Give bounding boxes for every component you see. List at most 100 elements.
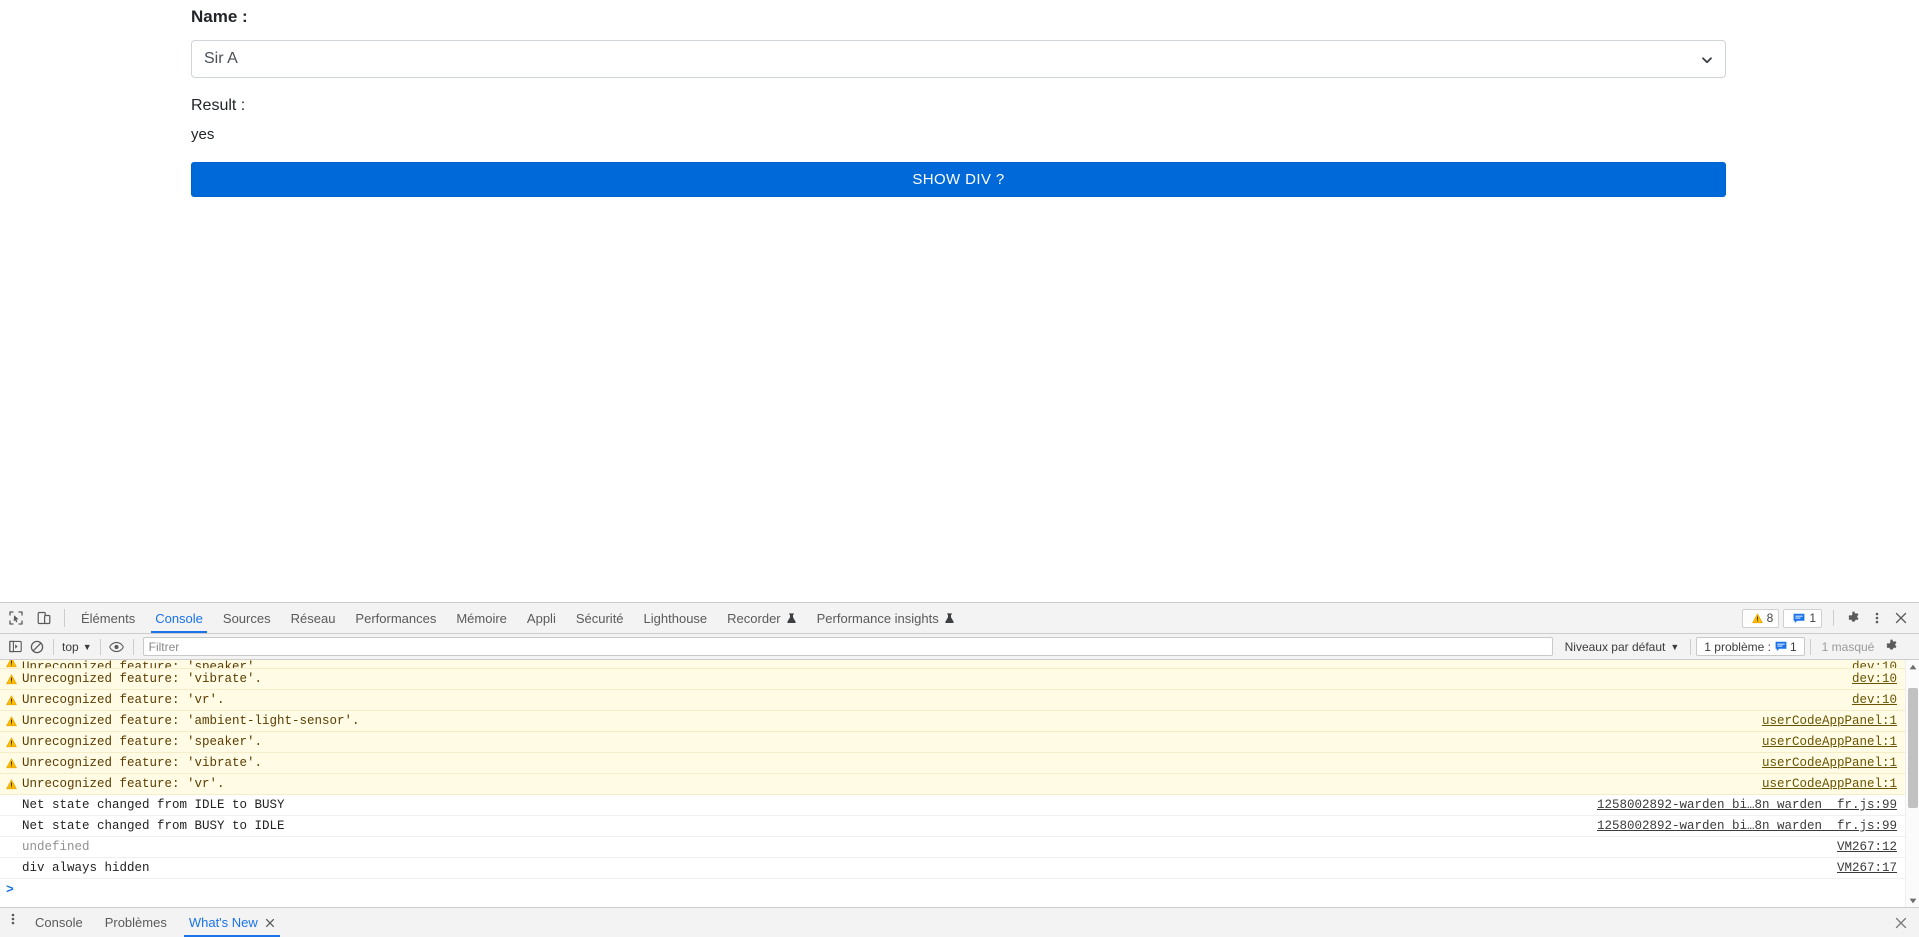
drawer-tab-problems[interactable]: Problèmes	[94, 908, 178, 937]
warning-triangle-icon	[6, 779, 22, 790]
warning-triangle-icon	[6, 695, 22, 706]
console-message-row[interactable]: Net state changed from BUSY to IDLE 12580…	[0, 816, 1919, 837]
drawer-tab-whats-new[interactable]: What's New	[178, 908, 286, 937]
tab-console[interactable]: Console	[145, 603, 213, 633]
tab-elements[interactable]: Éléments	[71, 603, 145, 633]
warning-triangle-icon	[6, 674, 22, 685]
console-message-source-link[interactable]: dev:10	[1852, 693, 1897, 707]
tab-sources[interactable]: Sources	[213, 603, 281, 633]
console-message-row[interactable]: Unrecognized feature: 'ambient-light-sen…	[0, 711, 1919, 732]
console-rows: Unrecognized feature: 'speaker'. dev:10 Un…	[0, 660, 1919, 879]
console-message-text: Unrecognized feature: 'ambient-light-sen…	[22, 714, 360, 728]
console-message-row[interactable]: Unrecognized feature: 'vr'. dev:10	[0, 690, 1919, 711]
close-devtools-icon[interactable]	[1889, 606, 1913, 630]
toolbar-divider	[1833, 610, 1834, 626]
devtools-panel: Éléments Console Sources Réseau Performa…	[0, 602, 1919, 937]
tab-network[interactable]: Réseau	[281, 603, 346, 633]
console-filter-input[interactable]	[142, 637, 1553, 656]
tab-recorder[interactable]: Recorder	[717, 603, 806, 633]
console-message-row[interactable]: Unrecognized feature: 'speaker'. userCode…	[0, 732, 1919, 753]
tab-performance-insights[interactable]: Performance insights	[807, 603, 965, 633]
console-message-text: undefined	[22, 840, 90, 854]
console-message-text: Unrecognized feature: 'vibrate'.	[22, 756, 263, 770]
console-message-source-link[interactable]: VM267:12	[1837, 840, 1897, 854]
problems-label: 1 problème :	[1704, 639, 1771, 654]
console-message-source-link[interactable]: 1258002892-warden_bi…8n_warden__fr.js:99	[1597, 798, 1897, 812]
problems-count: 1	[1789, 639, 1797, 654]
console-message-row[interactable]: Unrecognized feature: 'vibrate'. dev:10	[0, 669, 1919, 690]
toolbar-divider	[1690, 638, 1692, 655]
inspect-element-icon[interactable]	[2, 603, 30, 633]
execution-context-selector[interactable]: top ▼	[59, 640, 95, 654]
settings-gear-icon[interactable]	[1841, 606, 1865, 630]
console-message-row[interactable]: Unrecognized feature: 'vr'. userCodeAppPa…	[0, 774, 1919, 795]
console-message-text: Unrecognized feature: 'speaker'.	[22, 660, 263, 669]
toggle-device-toolbar-icon[interactable]	[30, 603, 58, 633]
tab-label: Éléments	[81, 610, 136, 626]
tab-label: Recorder	[727, 610, 781, 626]
drawer-tab-label: Problèmes	[104, 915, 167, 930]
console-message-source-link[interactable]: userCodeAppPanel:1	[1762, 714, 1897, 728]
console-message-source-link[interactable]: userCodeAppPanel:1	[1762, 735, 1897, 749]
console-sidebar-toggle-icon[interactable]	[4, 636, 26, 658]
drawer-right-controls	[1889, 908, 1919, 937]
console-message-list[interactable]: Unrecognized feature: 'speaker'. dev:10 Un…	[0, 660, 1919, 907]
log-levels-selector[interactable]: Niveaux par défaut ▼	[1559, 640, 1686, 654]
tab-label: Sécurité	[575, 610, 624, 626]
scroll-down-arrow-icon[interactable]	[1906, 894, 1919, 907]
message-count-badge[interactable]: 1	[1783, 608, 1822, 628]
warning-triangle-icon	[6, 758, 22, 769]
tabbar-right-controls: 8 1	[1741, 603, 1919, 633]
console-message-text: div always hidden	[22, 861, 150, 875]
clear-console-icon[interactable]	[26, 636, 48, 658]
result-value: yes	[191, 126, 215, 143]
close-drawer-icon[interactable]	[1889, 911, 1913, 935]
beaker-icon	[786, 612, 797, 624]
console-message-text: Unrecognized feature: 'vr'.	[22, 693, 225, 707]
console-message-source-link[interactable]: dev:10	[1852, 672, 1897, 686]
tab-security[interactable]: Sécurité	[566, 603, 634, 633]
toolbar-divider	[132, 638, 134, 655]
drawer-tab-console[interactable]: Console	[24, 908, 94, 937]
more-options-kebab-icon[interactable]	[1865, 606, 1889, 630]
result-label: Result :	[191, 97, 246, 114]
console-message-row[interactable]: undefined VM267:12	[0, 837, 1919, 858]
console-message-row[interactable]: Unrecognized feature: 'speaker'. dev:10	[0, 660, 1919, 669]
name-select-row: Sir A	[191, 40, 1726, 78]
scrollbar-thumb[interactable]	[1908, 688, 1918, 808]
drawer-more-options-kebab-icon[interactable]	[2, 908, 24, 930]
live-expression-eye-icon[interactable]	[106, 636, 128, 658]
tab-label: Lighthouse	[643, 610, 708, 626]
drawer-tab-label: Console	[35, 915, 83, 930]
console-message-source-link[interactable]: userCodeAppPanel:1	[1762, 756, 1897, 770]
console-message-row[interactable]: Unrecognized feature: 'vibrate'. userCode…	[0, 753, 1919, 774]
console-message-source-link[interactable]: 1258002892-warden_bi…8n_warden__fr.js:99	[1597, 819, 1897, 833]
tab-label: Performance insights	[816, 610, 939, 626]
prompt-caret-icon: >	[6, 882, 14, 897]
hidden-messages-label: 1 masqué	[1821, 639, 1875, 654]
console-message-text: Unrecognized feature: 'vr'.	[22, 777, 225, 791]
show-div-button[interactable]: SHOW DIV ?	[191, 162, 1726, 197]
tab-lighthouse[interactable]: Lighthouse	[634, 603, 718, 633]
console-scrollbar[interactable]	[1905, 660, 1919, 907]
close-tab-icon[interactable]	[265, 918, 275, 928]
devtools-drawer-tabbar: Console Problèmes What's New	[0, 907, 1919, 937]
warning-count-badge[interactable]: 8	[1741, 608, 1780, 628]
console-message-source-link[interactable]: dev:10	[1852, 660, 1897, 668]
name-select[interactable]: Sir A	[191, 40, 1726, 78]
toolbar-divider	[1809, 638, 1811, 655]
tab-performance[interactable]: Performances	[345, 603, 446, 633]
console-prompt-row[interactable]: >	[0, 879, 1919, 900]
scroll-up-arrow-icon[interactable]	[1906, 660, 1919, 673]
console-settings-gear-icon[interactable]	[1880, 636, 1902, 658]
tab-memory[interactable]: Mémoire	[446, 603, 517, 633]
problems-badge[interactable]: 1 problème : 1	[1696, 637, 1805, 656]
execution-context-label: top	[62, 639, 79, 654]
tab-application[interactable]: Appli	[517, 603, 566, 633]
console-message-source-link[interactable]: userCodeAppPanel:1	[1762, 777, 1897, 791]
console-message-row[interactable]: Net state changed from IDLE to BUSY 12580…	[0, 795, 1919, 816]
console-message-source-link[interactable]: VM267:17	[1837, 861, 1897, 875]
message-bubble-icon	[1793, 613, 1805, 624]
console-message-row[interactable]: div always hidden VM267:17	[0, 858, 1919, 879]
tab-label: Appli	[526, 610, 556, 626]
